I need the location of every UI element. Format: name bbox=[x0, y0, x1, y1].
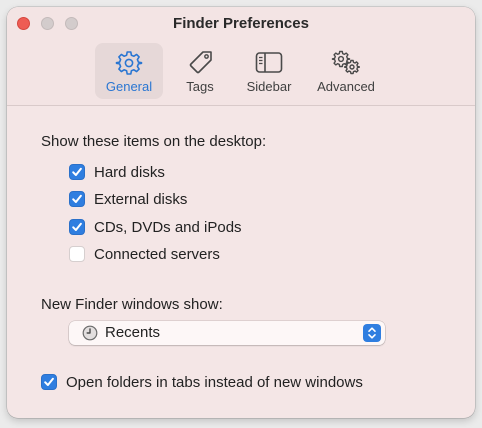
connected-servers-label: Connected servers bbox=[94, 245, 220, 263]
checkbox-row-hard-disks[interactable]: Hard disks bbox=[69, 162, 165, 182]
cds-dvds-ipods-label: CDs, DVDs and iPods bbox=[94, 218, 242, 236]
checkmark-icon bbox=[44, 377, 54, 386]
new-window-popup-value: Recents bbox=[105, 324, 161, 341]
window-title: Finder Preferences bbox=[173, 15, 309, 32]
tab-tags[interactable]: Tags bbox=[173, 43, 227, 99]
tab-sidebar-label: Sidebar bbox=[246, 79, 292, 94]
new-window-popup[interactable]: Recents bbox=[69, 321, 385, 345]
tab-advanced-label: Advanced bbox=[317, 79, 375, 94]
connected-servers-checkbox[interactable] bbox=[69, 246, 85, 262]
chevron-up-down-icon[interactable] bbox=[363, 324, 381, 342]
new-window-heading: New Finder windows show: bbox=[41, 296, 223, 313]
tag-icon bbox=[186, 49, 214, 77]
checkbox-row-external-disks[interactable]: External disks bbox=[69, 189, 187, 209]
gear-icon bbox=[115, 49, 143, 77]
tab-general[interactable]: General bbox=[95, 43, 163, 99]
hard-disks-label: Hard disks bbox=[94, 163, 165, 181]
external-disks-label: External disks bbox=[94, 190, 188, 208]
gears-icon bbox=[330, 49, 362, 77]
checkbox-row-connected-servers[interactable]: Connected servers bbox=[69, 244, 220, 264]
title-bar: Finder Preferences General Tags Sidebar … bbox=[7, 7, 475, 106]
tab-sidebar[interactable]: Sidebar bbox=[237, 43, 301, 99]
sidebar-icon bbox=[254, 49, 284, 77]
open-in-tabs-label: Open folders in tabs instead of new wind… bbox=[66, 373, 363, 391]
checkmark-icon bbox=[72, 222, 82, 231]
hard-disks-checkbox[interactable] bbox=[69, 164, 85, 180]
open-in-tabs-checkbox[interactable] bbox=[41, 374, 57, 390]
tab-general-label: General bbox=[105, 79, 153, 94]
desktop-items-heading: Show these items on the desktop: bbox=[41, 133, 267, 150]
checkbox-row-open-in-tabs[interactable]: Open folders in tabs instead of new wind… bbox=[41, 372, 363, 392]
clock-icon bbox=[82, 325, 98, 341]
tab-advanced[interactable]: Advanced bbox=[307, 43, 385, 99]
tab-tags-label: Tags bbox=[186, 79, 214, 94]
external-disks-checkbox[interactable] bbox=[69, 191, 85, 207]
checkbox-row-cds-dvds-ipods[interactable]: CDs, DVDs and iPods bbox=[69, 217, 242, 237]
checkmark-icon bbox=[72, 167, 82, 176]
checkmark-icon bbox=[72, 194, 82, 203]
finder-preferences-window: Finder Preferences General Tags Sidebar … bbox=[7, 7, 475, 418]
cds-dvds-ipods-checkbox[interactable] bbox=[69, 219, 85, 235]
